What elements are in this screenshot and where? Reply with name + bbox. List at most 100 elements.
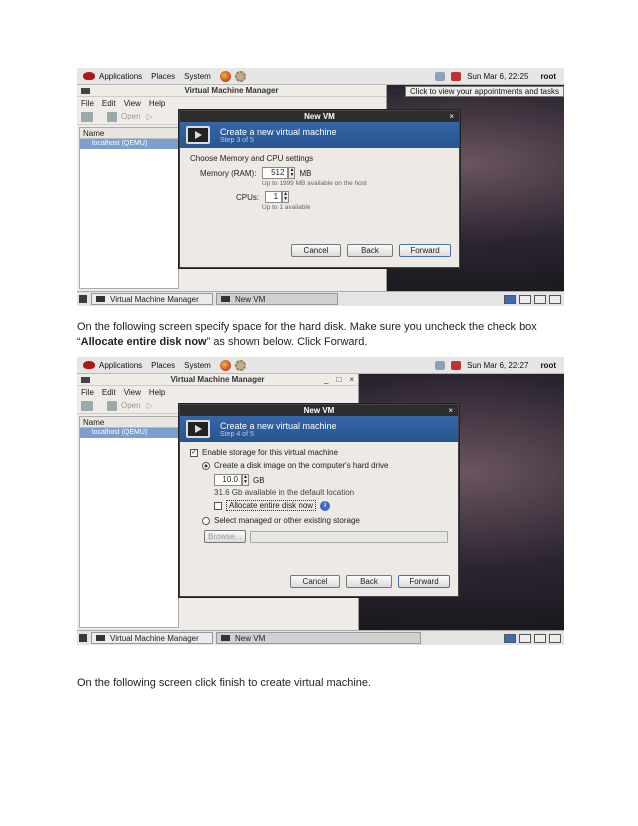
menu-applications[interactable]: Applications bbox=[99, 361, 142, 370]
workspace-1[interactable] bbox=[504, 633, 516, 643]
menu-view[interactable]: View bbox=[124, 388, 141, 397]
open-icon[interactable] bbox=[107, 400, 117, 411]
task-vmm[interactable]: Virtual Machine Manager bbox=[91, 293, 213, 305]
update-alert-icon[interactable] bbox=[451, 360, 462, 370]
cpus-stepper[interactable]: ▲ ▼ bbox=[282, 191, 290, 203]
close-icon[interactable]: × bbox=[448, 405, 453, 416]
dialog-titlebar[interactable]: New VM × bbox=[180, 111, 459, 122]
menu-places[interactable]: Places bbox=[151, 361, 175, 370]
open-button[interactable]: Open bbox=[121, 112, 141, 121]
close-icon[interactable]: × bbox=[349, 375, 354, 384]
workspace-4[interactable] bbox=[549, 633, 561, 643]
list-header[interactable]: Name bbox=[80, 128, 178, 139]
redhat-logo-icon[interactable] bbox=[83, 361, 95, 369]
enable-storage-checkbox[interactable]: ✓ bbox=[190, 448, 198, 457]
memory-stepper[interactable]: ▲ ▼ bbox=[288, 167, 296, 179]
enable-storage-label[interactable]: Enable storage for this virtual machine bbox=[202, 448, 338, 457]
window-menu-icon[interactable] bbox=[81, 88, 90, 94]
panel-user[interactable]: root bbox=[540, 361, 556, 370]
open-button[interactable]: Open bbox=[121, 401, 141, 410]
memory-input[interactable]: 512 bbox=[262, 167, 289, 179]
storage-path-input[interactable] bbox=[249, 530, 448, 543]
banner-step: Step 4 of 5 bbox=[220, 430, 254, 438]
menu-system[interactable]: System bbox=[184, 72, 211, 81]
menu-edit[interactable]: Edit bbox=[102, 388, 116, 397]
network-icon[interactable] bbox=[435, 360, 446, 370]
task-new-vm-label: New VM bbox=[235, 633, 266, 643]
play-icon[interactable]: ▷ bbox=[147, 401, 153, 410]
workspace-2[interactable] bbox=[519, 633, 531, 643]
window-menu-icon[interactable] bbox=[81, 377, 90, 383]
menu-places[interactable]: Places bbox=[151, 72, 175, 81]
show-desktop-icon[interactable] bbox=[79, 634, 87, 642]
calendar-tooltip: Click to view your appointments and task… bbox=[405, 85, 564, 97]
cancel-button[interactable]: Cancel bbox=[291, 244, 341, 257]
redhat-logo-icon[interactable] bbox=[83, 72, 95, 80]
dialog-titlebar[interactable]: New VM × bbox=[180, 405, 458, 416]
menu-edit[interactable]: Edit bbox=[102, 99, 116, 108]
back-button[interactable]: Back bbox=[346, 575, 392, 588]
new-vm-icon[interactable] bbox=[81, 111, 93, 122]
task-new-vm[interactable]: New VM bbox=[216, 293, 338, 305]
menu-file[interactable]: File bbox=[81, 388, 94, 397]
info-icon[interactable]: i bbox=[320, 500, 331, 511]
minimize-icon[interactable]: … bbox=[392, 87, 400, 96]
firefox-icon[interactable] bbox=[219, 359, 231, 371]
menu-help[interactable]: Help bbox=[149, 388, 165, 397]
task-vmm-label: Virtual Machine Manager bbox=[110, 633, 199, 643]
workspace-4[interactable] bbox=[549, 294, 561, 304]
menu-view[interactable]: View bbox=[124, 99, 141, 108]
network-icon[interactable] bbox=[435, 71, 446, 81]
disk-size-input[interactable]: 10.0 bbox=[214, 474, 242, 486]
paragraph1-text-after: ” as shown below. Click Forward. bbox=[206, 336, 368, 348]
vmm-titlebar[interactable]: Virtual Machine Manager bbox=[77, 85, 386, 97]
open-icon[interactable] bbox=[107, 111, 117, 122]
panel-clock[interactable]: Sun Mar 6, 22:27 bbox=[467, 361, 528, 370]
workspace-1[interactable] bbox=[504, 294, 516, 304]
menu-system[interactable]: System bbox=[184, 361, 211, 370]
section-heading: Choose Memory and CPU settings bbox=[190, 154, 314, 163]
forward-button[interactable]: Forward bbox=[399, 244, 451, 257]
menu-help[interactable]: Help bbox=[149, 99, 165, 108]
create-disk-radio[interactable] bbox=[202, 461, 210, 470]
task-new-vm-label: New VM bbox=[235, 294, 266, 304]
select-managed-radio[interactable] bbox=[202, 516, 210, 525]
forward-button[interactable]: Forward bbox=[398, 575, 450, 588]
dialog-body: ✓ Enable storage for this virtual machin… bbox=[180, 442, 458, 596]
back-button[interactable]: Back bbox=[347, 244, 393, 257]
panel-user[interactable]: root bbox=[540, 72, 556, 81]
list-header[interactable]: Name bbox=[80, 417, 178, 428]
workspace-3[interactable] bbox=[534, 294, 546, 304]
update-alert-icon[interactable] bbox=[451, 71, 462, 81]
panel-clock[interactable]: Sun Mar 6, 22:25 bbox=[467, 72, 528, 81]
create-disk-label[interactable]: Create a disk image on the computer's ha… bbox=[214, 461, 389, 470]
browse-button[interactable]: Browse... bbox=[204, 530, 246, 543]
workspace-2[interactable] bbox=[519, 294, 531, 304]
select-managed-label[interactable]: Select managed or other existing storage bbox=[214, 516, 360, 525]
close-icon[interactable]: × bbox=[449, 111, 454, 122]
allocate-checkbox[interactable] bbox=[214, 501, 222, 510]
show-desktop-icon[interactable] bbox=[79, 295, 87, 303]
minimize-icon[interactable]: _ bbox=[324, 375, 328, 384]
menu-applications[interactable]: Applications bbox=[99, 72, 142, 81]
play-icon[interactable]: ▷ bbox=[147, 112, 153, 121]
settings-launcher-icon[interactable] bbox=[234, 359, 246, 371]
banner-title: Create a new virtual machine bbox=[220, 420, 337, 431]
cpus-input[interactable]: 1 bbox=[265, 191, 283, 203]
disk-size-stepper[interactable]: ▲ ▼ bbox=[242, 474, 249, 486]
firefox-icon[interactable] bbox=[219, 70, 231, 82]
list-item[interactable]: localhost (QEMU) bbox=[80, 139, 178, 149]
cancel-button[interactable]: Cancel bbox=[290, 575, 340, 588]
vmm-titlebar[interactable]: Virtual Machine Manager _ □ × bbox=[77, 374, 358, 386]
menu-file[interactable]: File bbox=[81, 99, 94, 108]
allocate-label[interactable]: Allocate entire disk now bbox=[226, 500, 317, 511]
task-vmm[interactable]: Virtual Machine Manager bbox=[91, 632, 213, 644]
list-item[interactable]: localhost (QEMU) bbox=[80, 428, 178, 438]
paragraph2-text: On the following screen click finish to … bbox=[77, 677, 372, 689]
workspace-3[interactable] bbox=[534, 633, 546, 643]
new-vm-icon[interactable] bbox=[81, 400, 93, 411]
settings-launcher-icon[interactable] bbox=[234, 70, 246, 82]
task-new-vm[interactable]: New VM bbox=[216, 632, 421, 644]
monitor-icon bbox=[186, 126, 210, 144]
maximize-icon[interactable]: □ bbox=[336, 375, 341, 384]
